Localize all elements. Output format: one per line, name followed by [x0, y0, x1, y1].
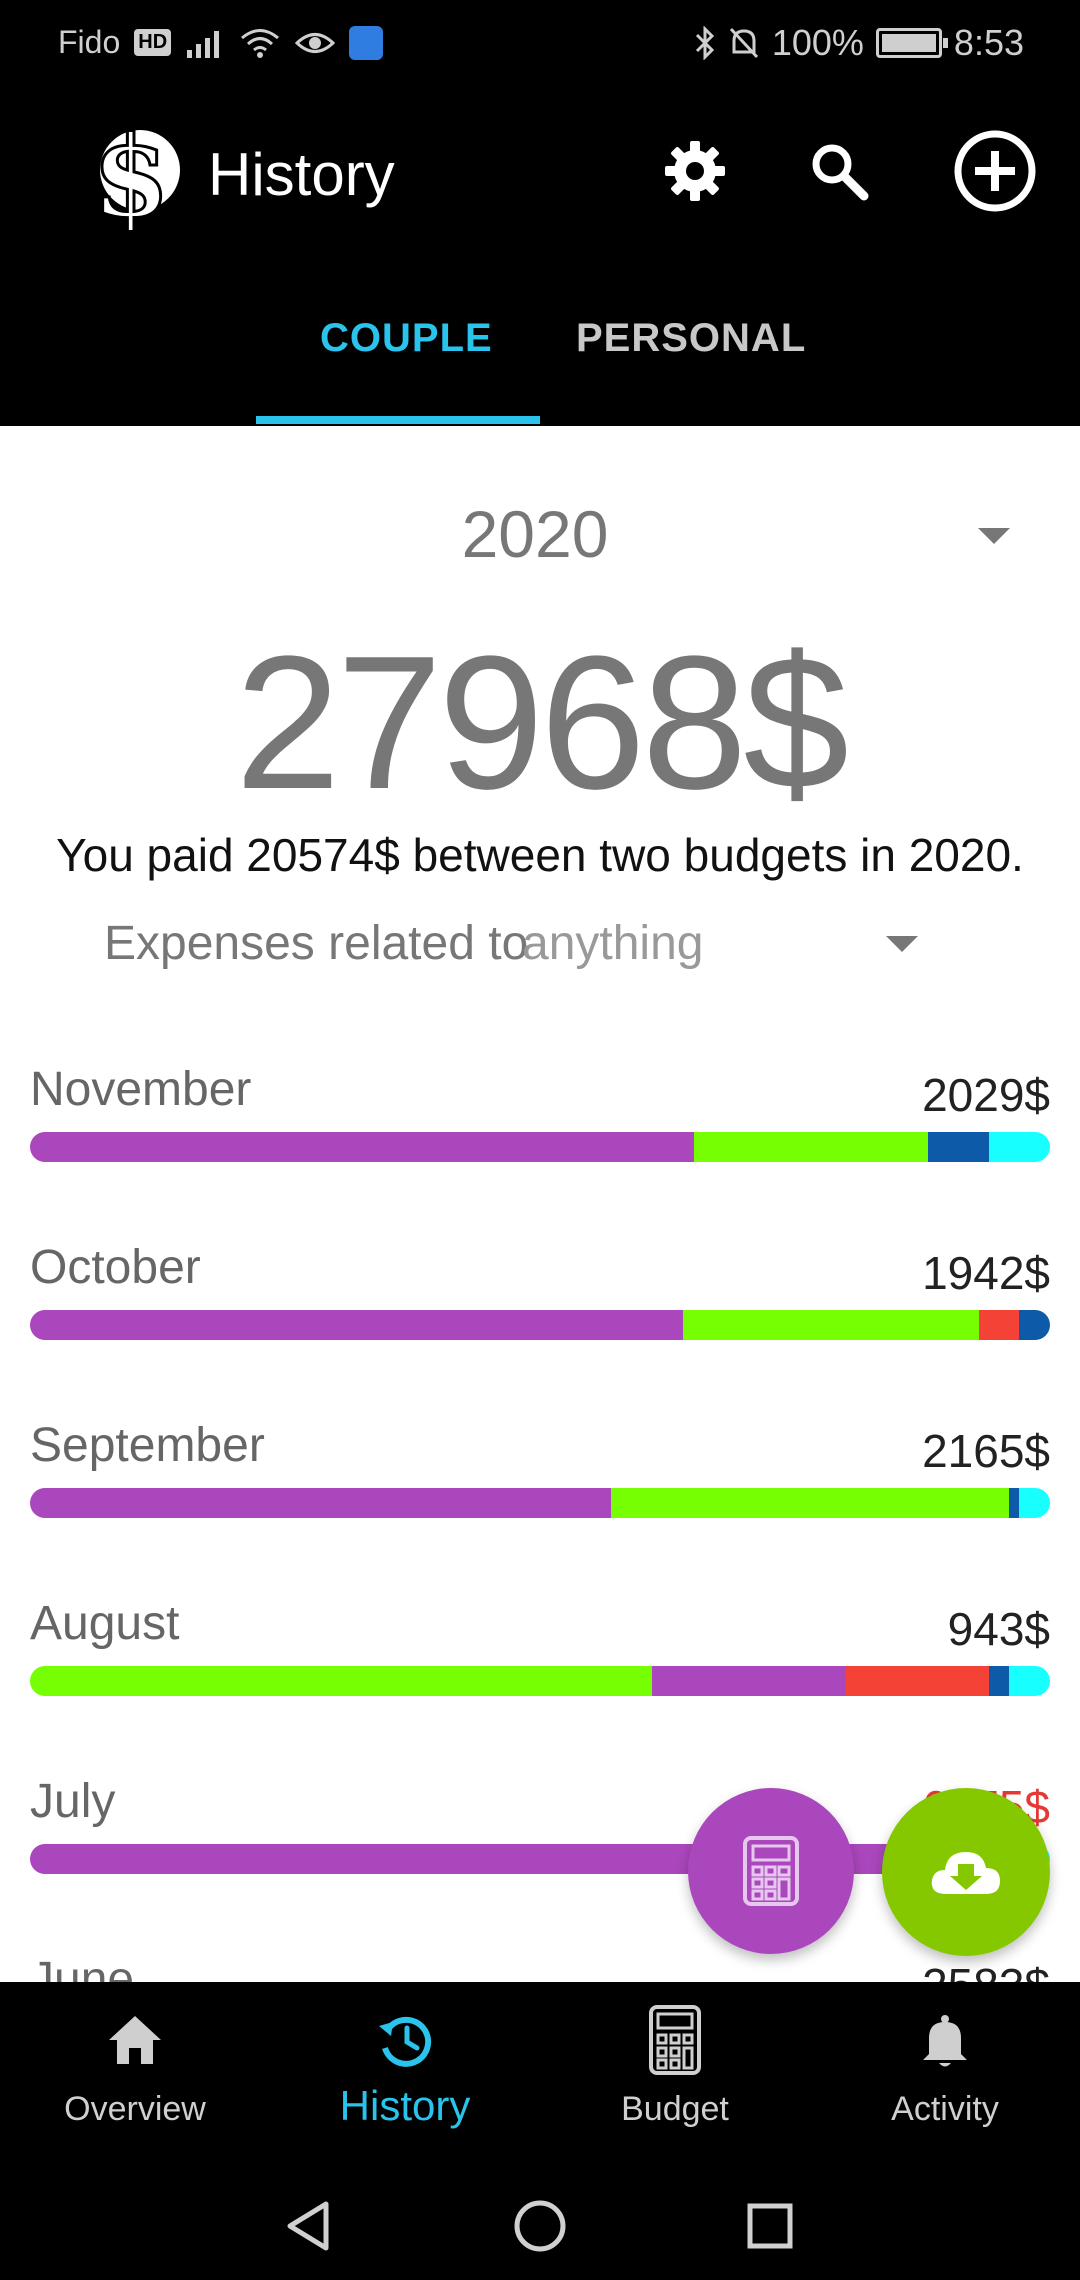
- gear-icon: [665, 141, 725, 201]
- paid-summary: You paid 20574$ between two budgets in 2…: [56, 829, 1024, 881]
- spending-bar: [30, 1310, 1050, 1340]
- month-name: August: [30, 1597, 180, 1650]
- back-icon[interactable]: [280, 2196, 340, 2256]
- nav-label: Activity: [891, 2090, 999, 2128]
- settings-button[interactable]: [652, 128, 738, 214]
- hd-badge: HD: [134, 29, 172, 56]
- tab-personal[interactable]: PERSONAL: [576, 316, 806, 361]
- recents-icon[interactable]: [740, 2196, 800, 2256]
- bar-segment-blue: [927, 1132, 989, 1162]
- wifi-icon: [241, 28, 280, 58]
- eye-icon: [295, 32, 336, 53]
- bar-segment-blue: [988, 1666, 1010, 1696]
- calculator-fab[interactable]: [688, 1788, 854, 1954]
- nav-overview[interactable]: Overview: [0, 1982, 270, 2170]
- screen: Fido HD 100% 8:53 $ History COUPLE PERSO…: [0, 0, 1080, 2280]
- tab-bar: COUPLE PERSONAL: [0, 252, 1080, 426]
- calculator-icon: [743, 1836, 799, 1906]
- bar-segment-purple: [30, 1132, 695, 1162]
- bar-segment-purple: [652, 1666, 846, 1696]
- month-row[interactable]: August 943$: [30, 1596, 1050, 1716]
- bar-segment-red: [845, 1666, 989, 1696]
- month-amount: 1942$: [922, 1247, 1050, 1299]
- filter-label: Expenses related to: [104, 917, 529, 970]
- download-fab[interactable]: [882, 1788, 1050, 1956]
- bell-muted-icon: [729, 27, 758, 59]
- bar-segment-purple: [30, 1310, 683, 1340]
- battery-icon: [875, 28, 948, 58]
- month-row[interactable]: June 2583$: [30, 1952, 1050, 1982]
- bar-segment-green: [30, 1666, 653, 1696]
- nav-budget[interactable]: Budget: [540, 1982, 810, 2170]
- nav-label: Budget: [621, 2090, 729, 2128]
- add-button[interactable]: [952, 128, 1038, 214]
- spending-bar: [30, 1488, 1050, 1518]
- month-name: November: [30, 1063, 252, 1116]
- nav-activity[interactable]: Activity: [810, 1982, 1080, 2170]
- home-icon: [109, 2016, 161, 2064]
- dollar-logo-icon: $: [91, 112, 180, 230]
- calculator-icon: [649, 2005, 701, 2075]
- filter-dropdown[interactable]: anything: [522, 916, 703, 971]
- cloud-download-icon: [931, 1852, 1000, 1894]
- caret-down-icon[interactable]: [978, 528, 1010, 544]
- month-name: October: [30, 1241, 201, 1294]
- bar-segment-green: [611, 1488, 1010, 1518]
- battery-percent: 100%: [771, 22, 864, 63]
- bar-segment-blue: [1009, 1488, 1020, 1518]
- bar-segment-cyan: [1009, 1666, 1050, 1696]
- bottom-navigation: Overview History Budget Activity: [0, 1982, 1080, 2170]
- signal-icon: [187, 30, 220, 58]
- plus-circle-icon: [954, 130, 1036, 212]
- carrier-label: Fido: [58, 24, 121, 60]
- caret-down-icon[interactable]: [886, 936, 918, 952]
- history-content[interactable]: 2020 27968$ You paid 20574$ between two …: [0, 426, 1080, 1982]
- bar-segment-purple: [30, 1488, 612, 1518]
- month-row[interactable]: October 1942$: [30, 1240, 1050, 1360]
- search-icon: [812, 144, 869, 201]
- spending-bar: [30, 1666, 1050, 1696]
- month-name: June: [30, 1953, 135, 1982]
- search-button[interactable]: [796, 128, 882, 214]
- home-circle-icon[interactable]: [510, 2196, 570, 2256]
- year-selector[interactable]: 2020: [0, 496, 1070, 572]
- month-amount: 943$: [947, 1603, 1050, 1655]
- tab-indicator: [256, 416, 540, 424]
- bell-icon: [923, 2015, 967, 2067]
- nav-history[interactable]: History: [270, 1982, 540, 2170]
- bar-segment-green: [694, 1132, 928, 1162]
- month-row[interactable]: November 2029$: [30, 1062, 1050, 1182]
- system-navigation: [0, 2170, 1080, 2280]
- bar-segment-cyan: [1019, 1488, 1050, 1518]
- month-name: July: [30, 1775, 116, 1828]
- shield-icon: [349, 25, 384, 60]
- status-bar: Fido HD 100% 8:53: [0, 0, 1080, 92]
- bar-segment-green: [682, 1310, 979, 1340]
- year-total: 27968$: [234, 617, 849, 829]
- clock: 8:53: [953, 22, 1024, 63]
- month-row[interactable]: September 2165$: [30, 1418, 1050, 1538]
- history-icon: [379, 2016, 432, 2067]
- spending-bar: [30, 1132, 1050, 1162]
- month-amount: 2029$: [922, 1069, 1050, 1121]
- month-amount: 2583$: [922, 1958, 1050, 1982]
- nav-label: Overview: [64, 2090, 206, 2128]
- month-amount: 2165$: [922, 1425, 1050, 1477]
- bar-segment-red: [978, 1310, 1020, 1340]
- app-bar: $ History: [0, 92, 1080, 252]
- bar-segment-blue: [1019, 1310, 1050, 1340]
- month-name: September: [30, 1419, 265, 1472]
- svg-text:$: $: [92, 112, 170, 230]
- nav-label: History: [339, 2082, 471, 2129]
- page-title: History: [208, 141, 395, 208]
- bluetooth-icon: [695, 26, 714, 60]
- tab-couple[interactable]: COUPLE: [320, 316, 493, 361]
- bar-segment-cyan: [988, 1132, 1050, 1162]
